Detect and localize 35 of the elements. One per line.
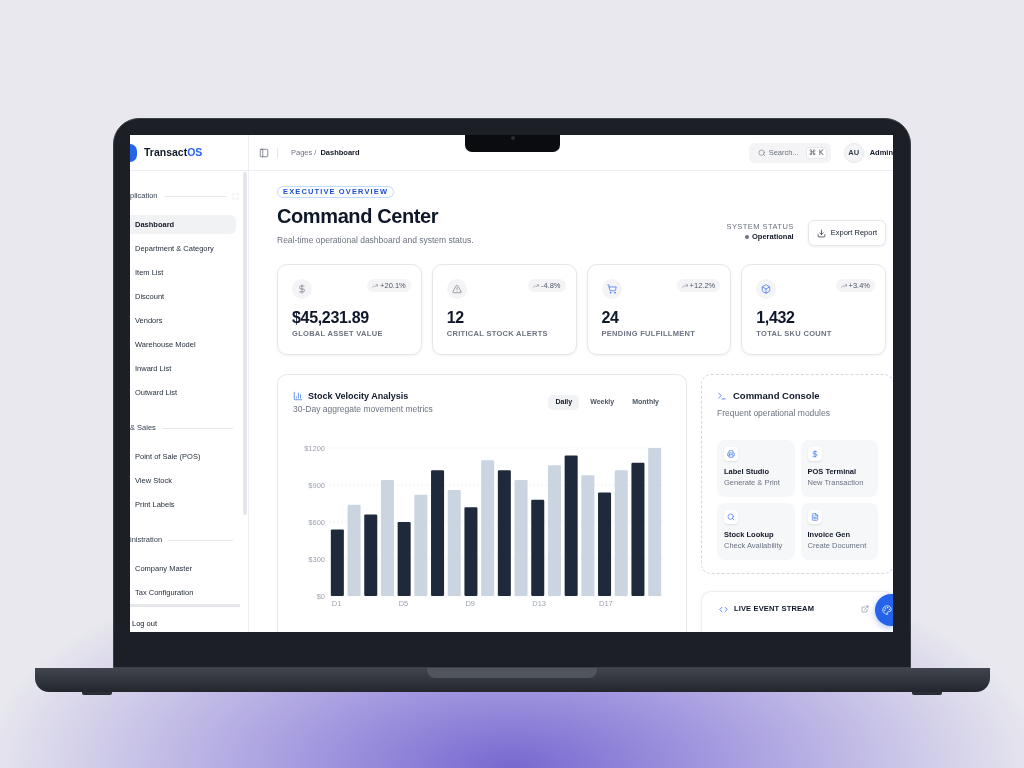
warning-icon [446, 279, 467, 299]
stat-value: 12 [446, 308, 465, 327]
console-title: Command Console [733, 390, 820, 402]
printer-icon [724, 447, 738, 461]
sidebar-toggle-icon[interactable] [259, 147, 269, 158]
external-link-icon[interactable] [861, 605, 869, 613]
dollar-icon [807, 447, 822, 461]
palette-icon [882, 605, 892, 615]
laptop-foot [912, 692, 942, 695]
chart-subtitle: 30-Day aggregate movement metrics [293, 404, 433, 415]
stat-value: 24 [601, 308, 620, 327]
page-subtitle: Real-time operational dashboard and system status. [277, 235, 474, 246]
laptop-foot [82, 692, 112, 695]
dollar-icon [292, 279, 312, 299]
trend-up-icon [681, 282, 688, 289]
bar [330, 529, 344, 596]
page-title: Command Center [277, 204, 439, 228]
trend-up-icon [372, 282, 379, 289]
stat-value: 1,432 [756, 308, 796, 327]
search-icon [757, 148, 766, 157]
terminal-icon [717, 391, 727, 401]
console-subtitle: Frequent operational modules [717, 408, 831, 419]
stat-value: $45,231.89 [292, 308, 370, 327]
download-icon [816, 228, 826, 238]
logo-icon [130, 143, 137, 162]
document-icon [807, 510, 822, 524]
cube-icon [756, 279, 777, 299]
trend-up-icon [840, 282, 847, 289]
cart-icon [601, 279, 622, 299]
code-icon [719, 604, 728, 614]
bar-chart-icon [293, 391, 303, 401]
search-icon [724, 510, 738, 524]
trend-up-icon [532, 282, 539, 289]
chart-title: Stock Velocity Analysis [308, 390, 409, 402]
brand-name: TransactOS [144, 144, 203, 160]
